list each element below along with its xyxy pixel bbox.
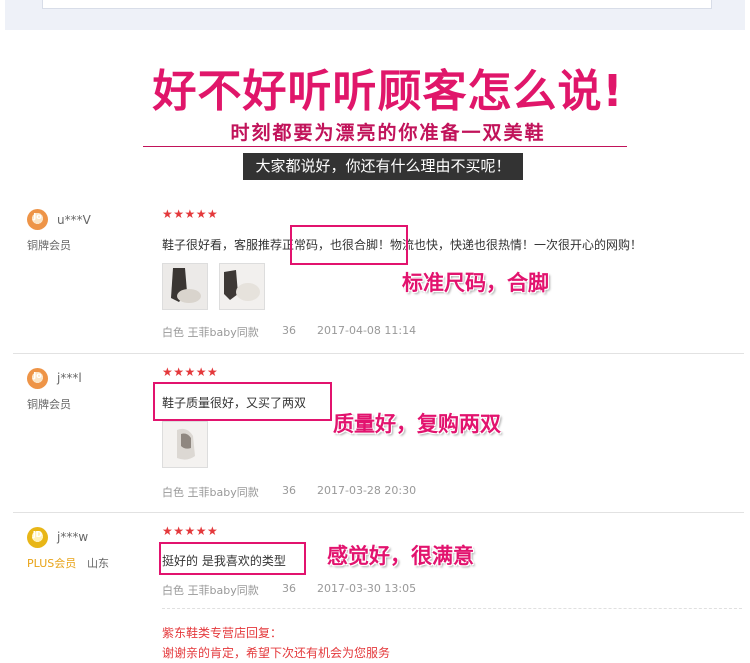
item-size: 36: [282, 582, 296, 595]
member-location: 山东: [87, 557, 109, 570]
member-level: 铜牌会员: [27, 398, 71, 411]
shoe-photo-icon: [163, 264, 207, 309]
reply-divider: [162, 608, 742, 609]
member-level: 铜牌会员: [27, 239, 71, 252]
review-date: 2017-03-28 20:30: [317, 484, 417, 497]
star-rating: ★★★★★: [162, 524, 219, 538]
item-color: 白色 王菲baby同款: [162, 486, 259, 499]
shoe-photo-icon: [163, 422, 207, 467]
review-divider: [13, 353, 744, 354]
star-rating: ★★★★★: [162, 365, 219, 379]
review-date: 2017-03-30 13:05: [317, 582, 417, 595]
review-photo[interactable]: [162, 263, 208, 310]
banner-subline: 时刻都要为漂亮的你准备一双美鞋: [230, 122, 546, 144]
review-divider: [13, 512, 744, 513]
highlight-box: [290, 225, 408, 265]
item-color: 白色 王菲baby同款: [162, 584, 259, 597]
review-username[interactable]: j***w: [57, 530, 88, 544]
avatar[interactable]: Jo: [27, 368, 48, 389]
avatar[interactable]: Jo: [27, 209, 48, 230]
highlight-box: [159, 542, 306, 575]
purchase-meta: 白色 王菲baby同款 36 2017-03-30 13:05: [162, 582, 416, 598]
star-rating: ★★★★★: [162, 207, 219, 221]
review-callout: 标准尺码，合脚: [402, 271, 549, 295]
shoe-photo-icon: [220, 264, 264, 309]
item-color: 白色 王菲baby同款: [162, 326, 259, 339]
review-date: 2017-04-08 11:14: [317, 324, 417, 337]
banner-divider: [143, 146, 627, 147]
review-username[interactable]: j***l: [57, 371, 82, 385]
purchase-meta: 白色 王菲baby同款 36 2017-03-28 20:30: [162, 484, 416, 500]
highlight-box: [153, 382, 332, 421]
banner-headline: 好不好听听顾客怎么说!: [152, 66, 624, 117]
item-size: 36: [282, 324, 296, 337]
member-level: PLUS会员: [27, 557, 77, 570]
review-photo[interactable]: [162, 421, 208, 468]
seller-reply-text: 谢谢亲的肯定，希望下次还有机会为您服务: [162, 646, 391, 660]
avatar[interactable]: JD: [27, 527, 48, 548]
seller-reply-title: 紫东鞋类专营店回复：: [162, 626, 283, 640]
review-photo[interactable]: [219, 263, 265, 310]
top-container-edge: [42, 0, 712, 9]
review-username[interactable]: u***V: [57, 213, 91, 227]
banner-tagline: 大家都说好，你还有什么理由不买呢！: [243, 153, 523, 180]
purchase-meta: 白色 王菲baby同款 36 2017-04-08 11:14: [162, 324, 416, 340]
item-size: 36: [282, 484, 296, 497]
review-callout: 质量好，复购两双: [333, 412, 501, 436]
review-callout: 感觉好，很满意: [327, 544, 474, 568]
